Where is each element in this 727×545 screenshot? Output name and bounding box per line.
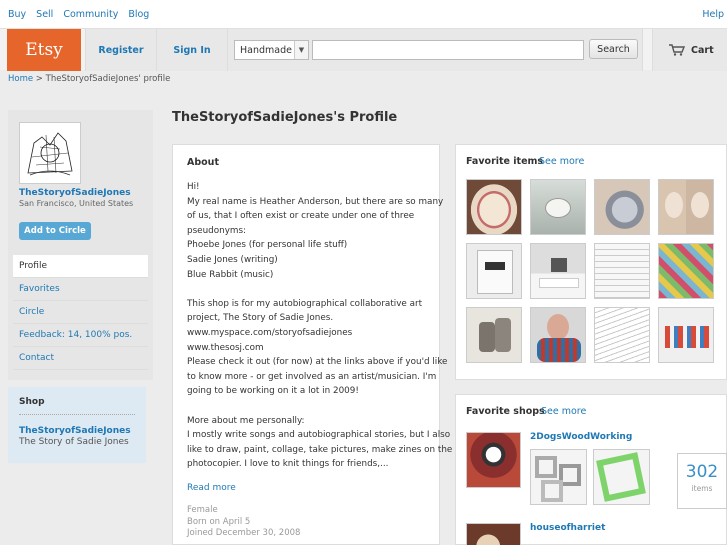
nav-community-link[interactable]: Community — [63, 9, 118, 20]
favorite-item-thumbnail[interactable] — [530, 307, 586, 363]
favorite-shop-link[interactable]: houseofharriet — [530, 523, 605, 533]
favorite-item-thumbnail[interactable] — [658, 307, 714, 363]
sidebar-item-circle[interactable]: Circle — [13, 301, 148, 324]
favorite-shop-avatar[interactable] — [466, 523, 521, 545]
about-line: Phoebe Jones (for personal life stuff) — [187, 240, 348, 251]
shop-box-link[interactable]: TheStoryofSadieJones — [19, 426, 131, 436]
favorite-item-thumbnail[interactable] — [530, 243, 586, 299]
about-line: This shop is for my autobiographical col… — [187, 298, 423, 309]
about-line: going to be working on it a lot in 2009! — [187, 386, 359, 397]
search-input[interactable] — [312, 40, 584, 60]
breadcrumb: Home > TheStoryofSadieJones' profile — [8, 74, 170, 84]
sidebar-item-feedback[interactable]: Feedback: 14, 100% pos. — [13, 324, 148, 347]
top-nav-links: Buy Sell Community Blog — [8, 9, 149, 20]
favorite-shop-link[interactable]: 2DogsWoodWorking — [530, 432, 632, 442]
gender-text: Female — [187, 505, 218, 515]
search-category-select[interactable]: Handmade ▼ — [234, 40, 309, 60]
divider — [19, 414, 135, 415]
about-line: Hi! — [187, 182, 200, 192]
register-button[interactable]: Register — [85, 29, 156, 71]
shop-item-count-label: items — [691, 484, 713, 493]
breadcrumb-current: TheStoryofSadieJones' profile — [45, 74, 171, 84]
about-line: www.thesosj.com — [187, 342, 264, 353]
about-line: like to draw, paint, collage, take pictu… — [187, 444, 453, 455]
page-title: TheStoryofSadieJones's Profile — [172, 110, 398, 125]
header-bar: Etsy Register Sign In Handmade ▼ Search … — [0, 28, 727, 71]
favorite-shop-count-badge[interactable]: 302 items — [677, 453, 727, 509]
about-line: My real name is Heather Anderson, but th… — [187, 196, 444, 207]
about-heading: About — [187, 157, 219, 168]
favorite-shops-see-more-link[interactable]: See more — [541, 406, 586, 417]
about-line — [187, 399, 432, 414]
favorite-shop-item-thumbnail[interactable] — [530, 449, 587, 505]
nav-buy-link[interactable]: Buy — [8, 9, 26, 20]
help-link[interactable]: Help — [702, 9, 724, 20]
sidebar-item-profile[interactable]: Profile — [13, 255, 148, 278]
read-more-link[interactable]: Read more — [187, 483, 236, 493]
about-line: Blue Rabbit (music) — [187, 269, 274, 280]
about-line: More about me personally: — [187, 415, 305, 426]
favorite-item-thumbnail[interactable] — [594, 179, 650, 235]
joined-text: Joined December 30, 2008 — [187, 528, 301, 538]
favorite-item-thumbnail[interactable] — [466, 243, 522, 299]
breadcrumb-home-link[interactable]: Home — [8, 74, 33, 84]
favorite-item-thumbnail[interactable] — [594, 307, 650, 363]
avatar[interactable] — [19, 122, 81, 184]
about-line: Please check it out (for now) at the lin… — [187, 357, 448, 368]
favorite-item-thumbnail[interactable] — [658, 243, 714, 299]
about-line: photocopier. I love to knit things for f… — [187, 459, 389, 470]
favorite-items-see-more-link[interactable]: See more — [539, 156, 584, 167]
favorite-shops-heading: Favorite shops — [466, 406, 545, 417]
about-line: I mostly write songs and autobiographica… — [187, 430, 451, 441]
about-line: project, The Story of Sadie Jones. — [187, 313, 334, 324]
shop-box-subtitle: The Story of Sadie Jones — [19, 437, 129, 447]
about-line: www.myspace.com/storyofsadiejones — [187, 327, 353, 338]
shop-box: Shop TheStoryofSadieJones The Story of S… — [8, 387, 146, 463]
favorite-shops-card: Favorite shops See more 2DogsWoodWorking… — [455, 394, 727, 545]
chevron-down-icon: ▼ — [294, 41, 308, 59]
search-area: Handmade ▼ Search — [227, 29, 643, 71]
cart-button[interactable]: Cart — [652, 29, 727, 71]
about-line — [187, 282, 432, 297]
search-category-value: Handmade — [240, 45, 292, 56]
favorite-item-thumbnail[interactable] — [466, 179, 522, 235]
favorite-shop-item-thumbnail[interactable] — [593, 449, 650, 505]
shop-item-count: 302 — [685, 462, 719, 482]
about-line: to know more - or get involved as an art… — [187, 371, 437, 382]
favorite-items-card: Favorite items See more — [455, 144, 727, 380]
birthday-text: Born on April 5 — [187, 516, 251, 527]
about-card: About Hi! My real name is Heather Anders… — [172, 144, 453, 545]
top-nav: Buy Sell Community Blog Help — [0, 0, 727, 28]
shop-box-title: Shop — [19, 397, 45, 407]
sidebar-item-contact[interactable]: Contact — [13, 347, 148, 370]
favorite-items-heading: Favorite items — [466, 156, 544, 167]
nav-sell-link[interactable]: Sell — [36, 9, 53, 20]
nav-blog-link[interactable]: Blog — [128, 9, 149, 20]
search-button[interactable]: Search — [589, 39, 638, 59]
etsy-logo[interactable]: Etsy — [7, 29, 81, 71]
about-line: Sadie Jones (writing) — [187, 254, 278, 265]
profile-meta: Female Born on April 5 Joined December 3… — [187, 505, 300, 540]
about-text: Hi! My real name is Heather Anderson, bu… — [187, 180, 453, 472]
breadcrumb-separator: > — [33, 74, 46, 84]
profile-shop-name[interactable]: TheStoryofSadieJones — [19, 188, 131, 198]
about-line: pseudonyms: — [187, 225, 247, 236]
cart-label: Cart — [691, 44, 714, 56]
add-to-circle-button[interactable]: Add to Circle — [19, 222, 91, 240]
avatar-sketch-image — [20, 123, 80, 183]
favorite-item-thumbnail[interactable] — [594, 243, 650, 299]
cart-icon — [669, 44, 685, 56]
profile-menu: Profile Favorites Circle Feedback: 14, 1… — [13, 255, 148, 370]
favorite-shop-avatar[interactable] — [466, 432, 521, 488]
about-line: of us, that I often exist or create unde… — [187, 211, 415, 222]
profile-location: San Francisco, United States — [19, 199, 134, 208]
favorite-item-thumbnail[interactable] — [466, 307, 522, 363]
profile-sidebar: TheStoryofSadieJones San Francisco, Unit… — [8, 110, 153, 380]
favorite-items-grid — [466, 179, 714, 363]
favorite-item-thumbnail[interactable] — [530, 179, 586, 235]
favorite-item-thumbnail[interactable] — [658, 179, 714, 235]
sign-in-button[interactable]: Sign In — [156, 29, 227, 71]
sidebar-item-favorites[interactable]: Favorites — [13, 278, 148, 301]
